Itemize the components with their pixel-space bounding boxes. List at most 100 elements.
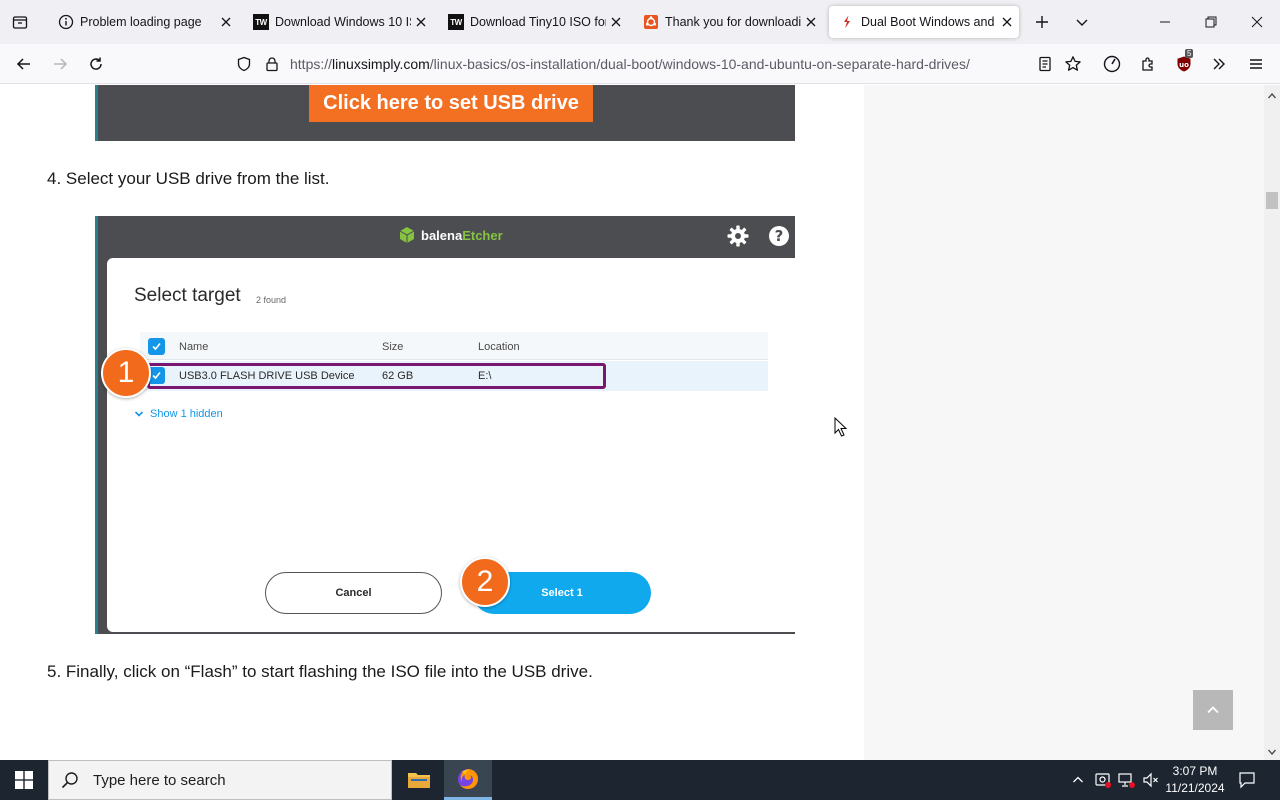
- close-tab-icon[interactable]: [413, 14, 429, 30]
- column-location: Location: [478, 341, 520, 353]
- extension-timer-button[interactable]: [1100, 52, 1124, 76]
- url-text[interactable]: https://linuxsimply.com/linux-basics/os-…: [290, 56, 970, 72]
- clock-icon: [1103, 55, 1121, 73]
- step-5-text: 5. Finally, click on “Flash” to start fl…: [47, 662, 593, 681]
- tab-strip: Problem loading page TW Download Windows…: [0, 0, 1280, 44]
- etcher-screenshot-previous: Click here to set USB drive: [95, 85, 795, 141]
- show-hidden-icons-button[interactable]: [1068, 770, 1088, 790]
- url-domain: linuxsimply.com: [332, 56, 430, 72]
- list-all-tabs-button[interactable]: [8, 10, 32, 34]
- ublock-button[interactable]: uo 5: [1172, 49, 1196, 76]
- select-target-title: Select target: [134, 285, 241, 306]
- windows-logo-icon: [15, 771, 33, 789]
- help-icon: ?: [768, 225, 790, 252]
- brand-suffix: Etcher: [462, 227, 503, 243]
- close-tab-icon[interactable]: [608, 14, 624, 30]
- etcher-cancel-button: Cancel: [265, 572, 442, 614]
- reader-view-button[interactable]: [1033, 52, 1057, 76]
- ubuntu-icon: [643, 14, 659, 30]
- double-chevron-right-icon: [1213, 58, 1225, 70]
- url-scheme: https://: [290, 56, 333, 72]
- more-tools-button[interactable]: [1207, 52, 1231, 76]
- extensions-button[interactable]: [1136, 52, 1160, 76]
- column-name: Name: [179, 341, 209, 353]
- tray-app-icon[interactable]: [1093, 770, 1113, 790]
- back-to-top-button[interactable]: [1193, 690, 1233, 730]
- select-target-panel: Select target 2 found Name Size Location…: [107, 258, 795, 632]
- chevron-up-icon: [1073, 776, 1083, 783]
- tab-problem-loading[interactable]: Problem loading page: [48, 6, 238, 38]
- network-icon[interactable]: [1117, 770, 1137, 790]
- svg-text:uo: uo: [1179, 61, 1189, 69]
- show-hidden-label: Show 1 hidden: [150, 408, 223, 420]
- info-icon: [58, 14, 74, 30]
- chevron-down-icon: [134, 411, 144, 417]
- taskbar-clock[interactable]: 3:07 PM 11/21/2024: [1160, 763, 1230, 797]
- volume-icon[interactable]: [1141, 770, 1161, 790]
- tab-download-windows10[interactable]: TW Download Windows 10 ISO: [243, 6, 433, 38]
- chevron-up-icon: [1207, 706, 1219, 714]
- puzzle-icon: [1142, 57, 1153, 71]
- tab-list-icon: [12, 16, 28, 29]
- balena-etcher-logo: balena Etcher: [398, 226, 503, 244]
- arrow-left-icon: [16, 58, 30, 70]
- taskbar-search-box[interactable]: Type here to search: [48, 760, 392, 800]
- etcher-cube-icon: [399, 227, 415, 243]
- app-menu-button[interactable]: [1244, 52, 1268, 76]
- select-all-checkbox: [148, 338, 165, 355]
- bookmark-button[interactable]: [1061, 52, 1085, 76]
- tab-title: Download Windows 10 ISO: [275, 15, 411, 29]
- notifications-button[interactable]: [1237, 770, 1257, 790]
- set-usb-drive-banner: Click here to set USB drive: [309, 85, 593, 122]
- scroll-up-arrow-icon[interactable]: [1267, 88, 1277, 106]
- minimize-button[interactable]: [1142, 0, 1188, 44]
- tw-favicon-icon: TW: [253, 14, 269, 30]
- close-icon: [1251, 16, 1263, 28]
- star-icon: [1065, 56, 1081, 71]
- shield-icon[interactable]: [236, 56, 252, 77]
- vertical-scrollbar[interactable]: [1264, 85, 1280, 760]
- extension-badge: 5: [1185, 49, 1194, 58]
- scrollbar-thumb[interactable]: [1266, 192, 1278, 209]
- tab-thank-you[interactable]: Thank you for downloading: [633, 6, 823, 38]
- minimize-icon: [1160, 21, 1170, 23]
- drive-table-header: Name Size Location: [140, 332, 768, 360]
- restore-button[interactable]: [1188, 0, 1234, 44]
- brand-prefix: balena: [421, 227, 463, 243]
- linuxsimply-icon: [839, 14, 855, 30]
- close-tab-icon[interactable]: [803, 14, 819, 30]
- new-tab-button[interactable]: [1030, 10, 1054, 34]
- tab-download-tiny10[interactable]: TW Download Tiny10 ISO for |: [438, 6, 628, 38]
- chevron-down-icon: [1076, 19, 1088, 26]
- close-window-button[interactable]: [1234, 0, 1280, 44]
- show-hidden-link: Show 1 hidden: [134, 408, 223, 420]
- back-button[interactable]: [12, 52, 36, 76]
- firefox-icon: [458, 768, 478, 789]
- etcher-select-target-screenshot: balena Etcher ? Select target 2 found Nam…: [95, 216, 795, 634]
- windows-taskbar: Type here to search 3:07 PM 11/21/2024: [0, 760, 1280, 800]
- address-bar[interactable]: https://linuxsimply.com/linux-basics/os-…: [228, 48, 1094, 80]
- lock-icon[interactable]: [264, 56, 280, 77]
- tab-title: Thank you for downloading: [665, 15, 801, 29]
- file-explorer-taskbar-button[interactable]: [395, 760, 443, 800]
- tab-dual-boot[interactable]: Dual Boot Windows and U: [829, 6, 1019, 38]
- tab-overflow-button[interactable]: [1070, 10, 1094, 34]
- close-tab-icon[interactable]: [218, 14, 234, 30]
- plus-icon: [1036, 16, 1048, 28]
- tray-app-icon-glyph: [1095, 773, 1111, 788]
- found-count: 2 found: [256, 295, 287, 305]
- forward-button[interactable]: [48, 52, 72, 76]
- reader-view-icon: [1039, 56, 1051, 72]
- drive-highlight-box: [147, 363, 606, 389]
- close-tab-icon[interactable]: [999, 14, 1015, 30]
- tab-title: Problem loading page: [80, 15, 202, 29]
- clock-time: 3:07 PM: [1172, 764, 1218, 778]
- column-size: Size: [382, 341, 404, 353]
- url-path: /linux-basics/os-installation/dual-boot/…: [429, 56, 970, 72]
- arrow-right-icon: [54, 58, 68, 70]
- notification-icon: [1239, 772, 1255, 789]
- firefox-taskbar-button[interactable]: [444, 760, 492, 800]
- reload-button[interactable]: [84, 52, 108, 76]
- start-button[interactable]: [0, 760, 48, 800]
- step-marker-2: 2: [460, 557, 510, 607]
